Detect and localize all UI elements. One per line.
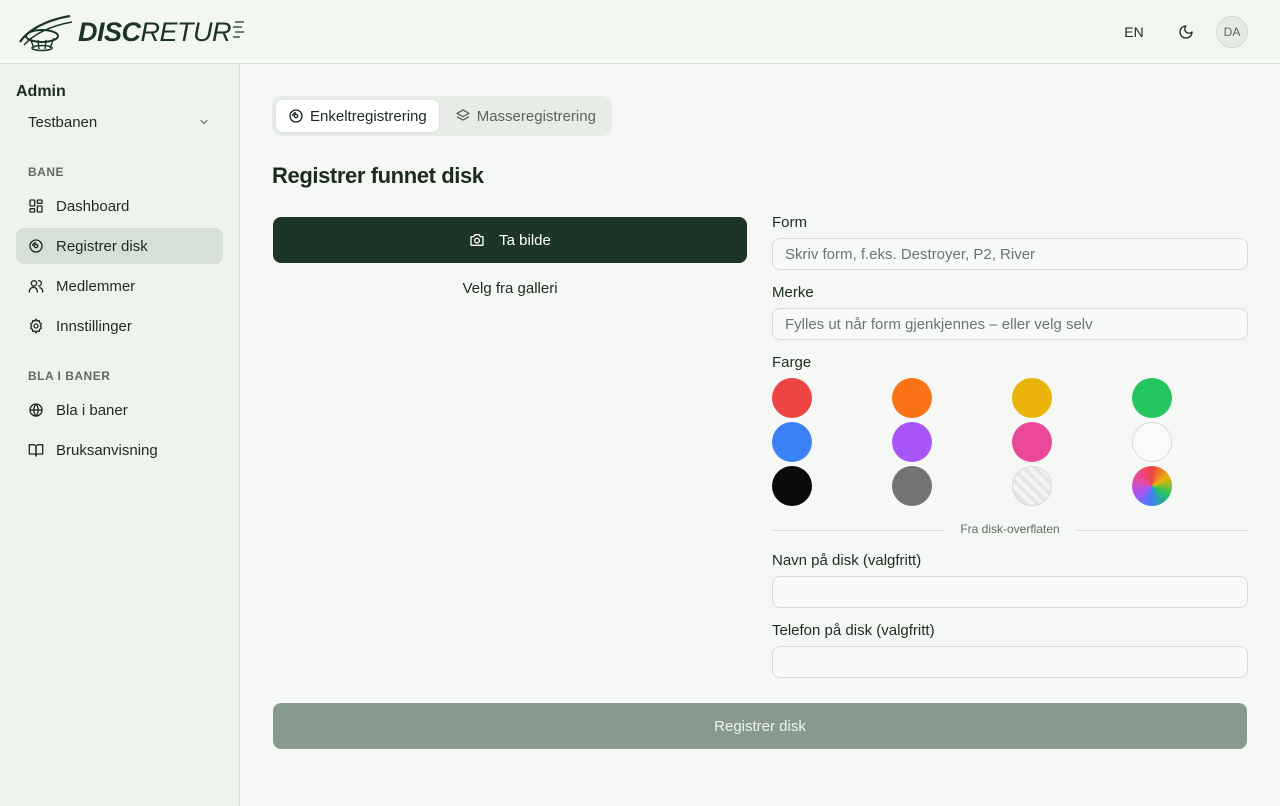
- tab-label: Masseregistrering: [476, 107, 596, 125]
- dashboard-icon: [28, 198, 44, 214]
- take-photo-button[interactable]: Ta bilde: [273, 217, 747, 263]
- section-label-browse: BLA I BANER: [28, 369, 111, 383]
- disc-name-input[interactable]: [772, 576, 1248, 608]
- theme-toggle-button[interactable]: [1172, 18, 1200, 46]
- color-swatch-yellow[interactable]: [1012, 378, 1052, 418]
- disc-surface-divider-label: Fra disk-overflaten: [960, 522, 1060, 536]
- sidebar-item-dashboard[interactable]: Dashboard: [16, 188, 223, 224]
- sidebar-item-settings[interactable]: Innstillinger: [16, 308, 223, 344]
- color-swatch-gray[interactable]: [892, 466, 932, 506]
- tab-single-registration[interactable]: Enkeltregistrering: [276, 100, 439, 132]
- color-swatch-pink[interactable]: [1012, 422, 1052, 462]
- chevron-down-icon: [200, 119, 208, 125]
- speed-lines-icon: [233, 21, 245, 38]
- color-swatch-transparent[interactable]: [1012, 466, 1052, 506]
- register-disc-submit-button[interactable]: Registrer disk: [273, 703, 1247, 749]
- users-icon: [28, 278, 44, 294]
- color-swatch-red[interactable]: [772, 378, 812, 418]
- color-swatch-white[interactable]: [1132, 422, 1172, 462]
- sidebar-item-label: Medlemmer: [56, 277, 136, 295]
- color-swatch-black[interactable]: [772, 466, 812, 506]
- logo-light-text: RETUR: [140, 16, 232, 47]
- sidebar-item-browse-courses[interactable]: Bla i baner: [16, 392, 223, 428]
- globe-icon: [28, 402, 44, 418]
- disc-basket-logo-icon: [19, 14, 73, 52]
- disc-phone-label: Telefon på disk (valgfritt): [772, 622, 935, 639]
- tab-label: Enkeltregistrering: [310, 107, 427, 125]
- logo[interactable]: DISCRETUR: [16, 12, 246, 52]
- sidebar-item-label: Dashboard: [56, 197, 130, 215]
- camera-icon: [469, 232, 485, 248]
- take-photo-label: Ta bilde: [499, 231, 551, 249]
- app-header: DISCRETUR EN DA: [0, 0, 1280, 64]
- sidebar-item-label: Registrer disk: [56, 237, 148, 255]
- color-swatch-purple[interactable]: [892, 422, 932, 462]
- sidebar-title: Admin: [16, 83, 66, 100]
- choose-from-gallery-link[interactable]: Velg fra galleri: [273, 276, 747, 300]
- color-swatch-blue[interactable]: [772, 422, 812, 462]
- disc-icon: [288, 108, 304, 124]
- mold-label: Form: [772, 214, 807, 231]
- section-label-course: BANE: [28, 165, 65, 179]
- sidebar-item-register-disc[interactable]: Registrer disk: [16, 228, 223, 264]
- sidebar-item-manual[interactable]: Bruksanvisning: [16, 432, 223, 468]
- color-swatch-multicolor[interactable]: [1132, 466, 1172, 506]
- disc-phone-input[interactable]: [772, 646, 1248, 678]
- color-label: Farge: [772, 354, 812, 371]
- user-avatar[interactable]: DA: [1216, 16, 1248, 48]
- course-select-value: Testbanen: [28, 113, 98, 131]
- moon-icon: [1179, 25, 1193, 39]
- mold-input[interactable]: [772, 238, 1248, 270]
- sidebar-item-label: Bla i baner: [56, 401, 128, 419]
- color-swatch-orange[interactable]: [892, 378, 932, 418]
- divider-line-right: [1076, 530, 1248, 531]
- course-select[interactable]: Testbanen: [16, 108, 222, 136]
- color-swatch-green[interactable]: [1132, 378, 1172, 418]
- language-toggle-button[interactable]: EN: [1112, 16, 1156, 48]
- sidebar-item-label: Bruksanvisning: [56, 441, 158, 459]
- divider-line-left: [772, 530, 944, 531]
- layers-icon: [455, 108, 471, 124]
- brand-label: Merke: [772, 284, 814, 301]
- brand-input[interactable]: [772, 308, 1248, 340]
- tab-bulk-registration[interactable]: Masseregistrering: [443, 100, 608, 132]
- sidebar-item-members[interactable]: Medlemmer: [16, 268, 223, 304]
- book-icon: [28, 442, 44, 458]
- sidebar-item-label: Innstillinger: [56, 317, 132, 335]
- sidebar: Admin Testbanen BANE Dashboard Registrer…: [0, 64, 240, 806]
- gear-icon: [28, 318, 44, 334]
- registration-mode-tabs: Enkeltregistrering Masseregistrering: [272, 96, 612, 136]
- logo-bold-text: DISC: [78, 16, 141, 47]
- disc-name-label: Navn på disk (valgfritt): [772, 552, 922, 569]
- disc-icon: [28, 238, 44, 254]
- page-title: Registrer funnet disk: [272, 163, 484, 188]
